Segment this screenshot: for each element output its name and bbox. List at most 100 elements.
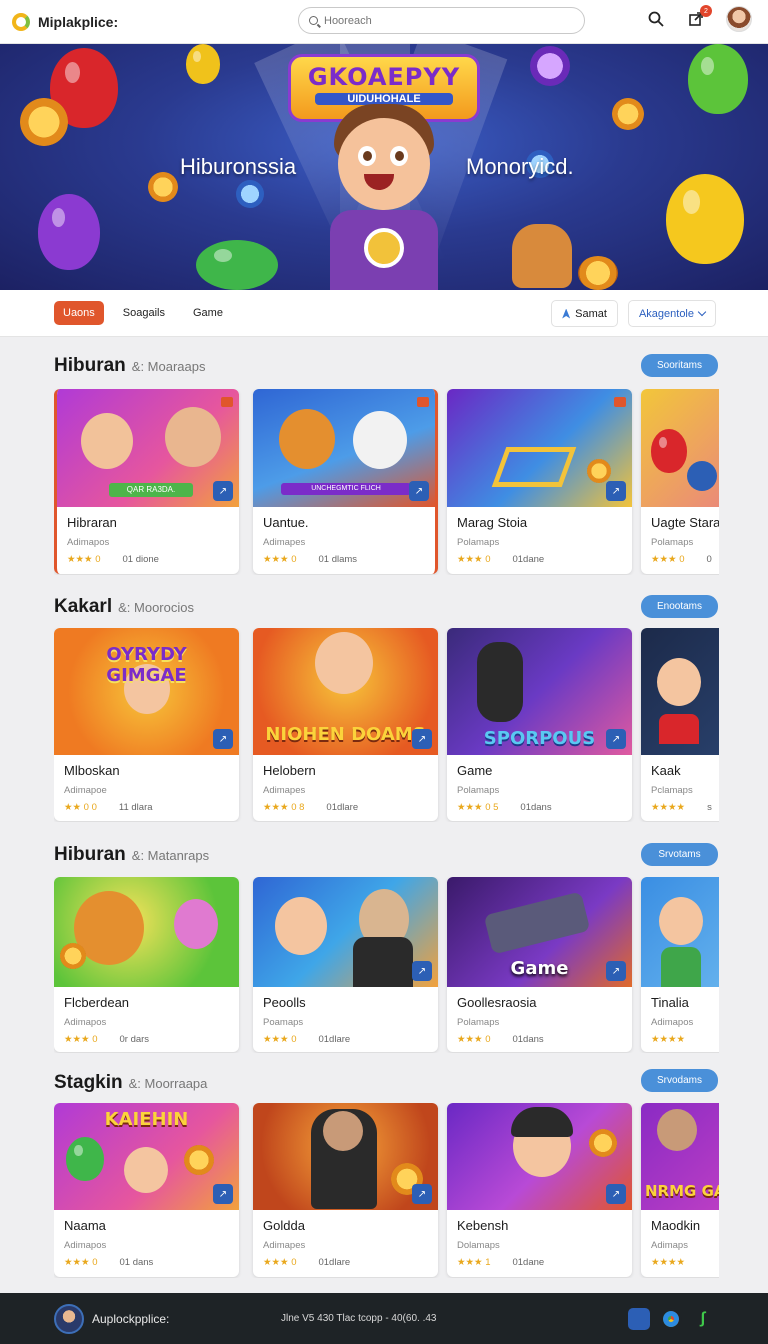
top-header: Miplakplice: 2 — [0, 0, 768, 44]
samat-chip[interactable]: Samat — [551, 300, 618, 327]
share-icon[interactable]: ↗ — [412, 1184, 432, 1204]
purple-coin — [530, 46, 570, 86]
search-bar[interactable] — [298, 7, 585, 34]
see-all-button[interactable]: Enootams — [641, 595, 718, 618]
hero-logo-title: GKOAEPYY — [307, 63, 461, 91]
see-all-button[interactable]: Srvotams — [641, 843, 718, 866]
section-title: Hiburan &: Matanraps — [54, 844, 210, 865]
card-title: Maodkin — [651, 1218, 701, 1233]
see-all-button[interactable]: Srvodams — [641, 1069, 718, 1092]
card-thumbnail: KAIEHIN ↗ — [54, 1103, 239, 1210]
card-overlay-label: UNCHEGMTIC FLICH — [281, 483, 411, 495]
game-card[interactable]: ↗ Kebensh Dolamaps ★★★ 1 01dane — [447, 1103, 632, 1277]
card-count: 01dane — [512, 554, 545, 565]
game-card[interactable]: OYRYDY GIMGAE ↗ Mlboskan Adimapoe ★★ 0 0… — [54, 628, 239, 821]
game-card[interactable]: ↗ Peoolls Poamaps ★★★ 0 01dlare — [253, 877, 438, 1052]
hero-banner[interactable]: GKOAEPYY UIDUHOHALE Hiburonssia Monoryic… — [0, 44, 768, 290]
card-overlay-label: Game — [510, 958, 569, 979]
sort-dropdown[interactable]: Akagentole — [627, 300, 716, 327]
card-count: 01dane — [512, 1257, 545, 1268]
hero-right-text: Monoryicd. — [466, 154, 574, 179]
game-card[interactable]: NRMG GAME Maodkin Adimaps ★★★★ — [641, 1103, 719, 1277]
game-card[interactable]: ↗ Marag Stoia Polamaps ★★★ 0 01dane — [447, 389, 632, 574]
game-card[interactable]: SPORPOUS ↗ Game Polamaps ★★★ 0 5 01dans — [447, 628, 632, 821]
card-overlay-label: NIOHEN DOAMS — [265, 724, 426, 745]
card-rating: ★★★ 0 — [64, 1034, 98, 1045]
tab-game[interactable]: Game — [184, 301, 232, 325]
card-overlay-label: NRMG GAME — [645, 1182, 719, 1200]
card-mini-badge — [221, 397, 233, 407]
share-icon[interactable]: ↗ — [412, 961, 432, 981]
share-icon[interactable]: 2 — [686, 5, 712, 29]
card-rating: ★★★ 0 — [263, 1034, 297, 1045]
game-card[interactable]: UNCHEGMTIC FLICH ↗ Uantue. Adimapes ★★★ … — [253, 389, 438, 574]
card-rating: ★★★ 0 — [64, 1257, 98, 1268]
search-input[interactable] — [324, 14, 564, 27]
card-count: 0r dars — [119, 1034, 150, 1045]
card-meta: Adimapoe — [64, 785, 107, 796]
game-card[interactable]: Game ↗ Goollesraosia Polamaps ★★★ 0 01dan… — [447, 877, 632, 1052]
card-title: Kebensh — [457, 1218, 509, 1233]
card-count: 0 — [706, 554, 712, 565]
game-card[interactable]: Tinalia Adimapos ★★★★ — [641, 877, 719, 1052]
see-all-button[interactable]: Sooritams — [641, 354, 718, 377]
footer-name: Auplockpplice: — [92, 1311, 170, 1326]
hero-left-text: Hiburonssia — [180, 154, 297, 179]
section-subtitle: &: Moaraaps — [131, 359, 206, 374]
card-rating: ★★★ 0 — [457, 554, 491, 565]
card-title: Goldda — [263, 1218, 305, 1233]
card-rating: ★★★ 0 — [67, 554, 101, 565]
card-thumbnail: Game ↗ — [447, 877, 632, 987]
game-card[interactable]: Kaak Pclamaps ★★★★ s — [641, 628, 719, 821]
card-rating: ★★★ 0 — [651, 554, 685, 565]
logo-icon — [12, 12, 30, 31]
tab-uaons[interactable]: Uaons — [54, 301, 104, 325]
card-title: Game — [457, 763, 493, 778]
logo[interactable]: Miplakplice: — [12, 12, 119, 31]
tab-soagails[interactable]: Soagails — [114, 301, 174, 325]
share-icon[interactable]: ↗ — [213, 481, 233, 501]
blue-coin — [236, 180, 264, 208]
share-icon[interactable]: ↗ — [412, 729, 432, 749]
card-title: Uagte Stara — [651, 515, 719, 530]
card-meta: Pclamaps — [651, 785, 693, 796]
game-card[interactable]: KAIEHIN ↗ Naama Adimapos ★★★ 0 01 dans — [54, 1103, 239, 1277]
browser-icon[interactable] — [660, 1307, 682, 1330]
share-icon[interactable]: ↗ — [409, 481, 429, 501]
chat-icon[interactable]: ∫ — [692, 1308, 714, 1330]
windows-icon[interactable] — [628, 1307, 650, 1330]
card-thumbnail: OYRYDY GIMGAE ↗ — [54, 628, 239, 755]
card-mini-badge — [417, 397, 429, 407]
card-title: Mlboskan — [64, 763, 120, 778]
card-rating: ★★★★ — [651, 1034, 686, 1045]
game-card[interactable]: Flcberdean Adimapos ★★★ 0 0r dars — [54, 877, 239, 1052]
search-icon[interactable] — [646, 9, 666, 29]
share-icon[interactable]: ↗ — [213, 729, 233, 749]
card-thumbnail: QAR RA3DA. ↗ — [57, 389, 239, 507]
card-title: Peoolls — [263, 995, 306, 1010]
share-icon[interactable]: ↗ — [606, 1184, 626, 1204]
card-rating: ★★★ 0 — [457, 1034, 491, 1045]
card-thumbnail: ↗ — [447, 1103, 632, 1210]
game-card[interactable]: ↗ Goldda Adimapes ★★★ 0 01dlare — [253, 1103, 438, 1277]
brand-name: Miplakplice: — [38, 13, 119, 30]
card-count: 01dlare — [318, 1034, 351, 1045]
share-icon[interactable]: ↗ — [606, 961, 626, 981]
card-meta: Adimaps — [651, 1240, 688, 1251]
card-count: 11 dlara — [118, 802, 153, 813]
section-subtitle: &: Moorraapa — [128, 1076, 208, 1091]
game-card[interactable]: QAR RA3DA. ↗ Hibraran Adimapos ★★★ 0 01 d… — [54, 389, 239, 574]
share-icon[interactable]: ↗ — [606, 729, 626, 749]
card-thumbnail — [641, 389, 719, 507]
card-thumbnail: SPORPOUS ↗ — [447, 628, 632, 755]
game-card[interactable]: Uagte Stara Polamaps ★★★ 0 0 — [641, 389, 719, 574]
footer-avatar[interactable] — [54, 1303, 84, 1334]
user-avatar[interactable] — [726, 6, 752, 32]
card-title: Hibraran — [67, 515, 117, 530]
card-meta: Adimapes — [263, 537, 306, 548]
share-icon[interactable]: ↗ — [606, 481, 626, 501]
card-title: Kaak — [651, 763, 681, 778]
section-title: Stagkin &: Moorraapa — [54, 1072, 208, 1093]
game-card[interactable]: NIOHEN DOAMS ↗ Helobern Adimapes ★★★ 0 8… — [253, 628, 438, 821]
share-icon[interactable]: ↗ — [213, 1184, 233, 1204]
